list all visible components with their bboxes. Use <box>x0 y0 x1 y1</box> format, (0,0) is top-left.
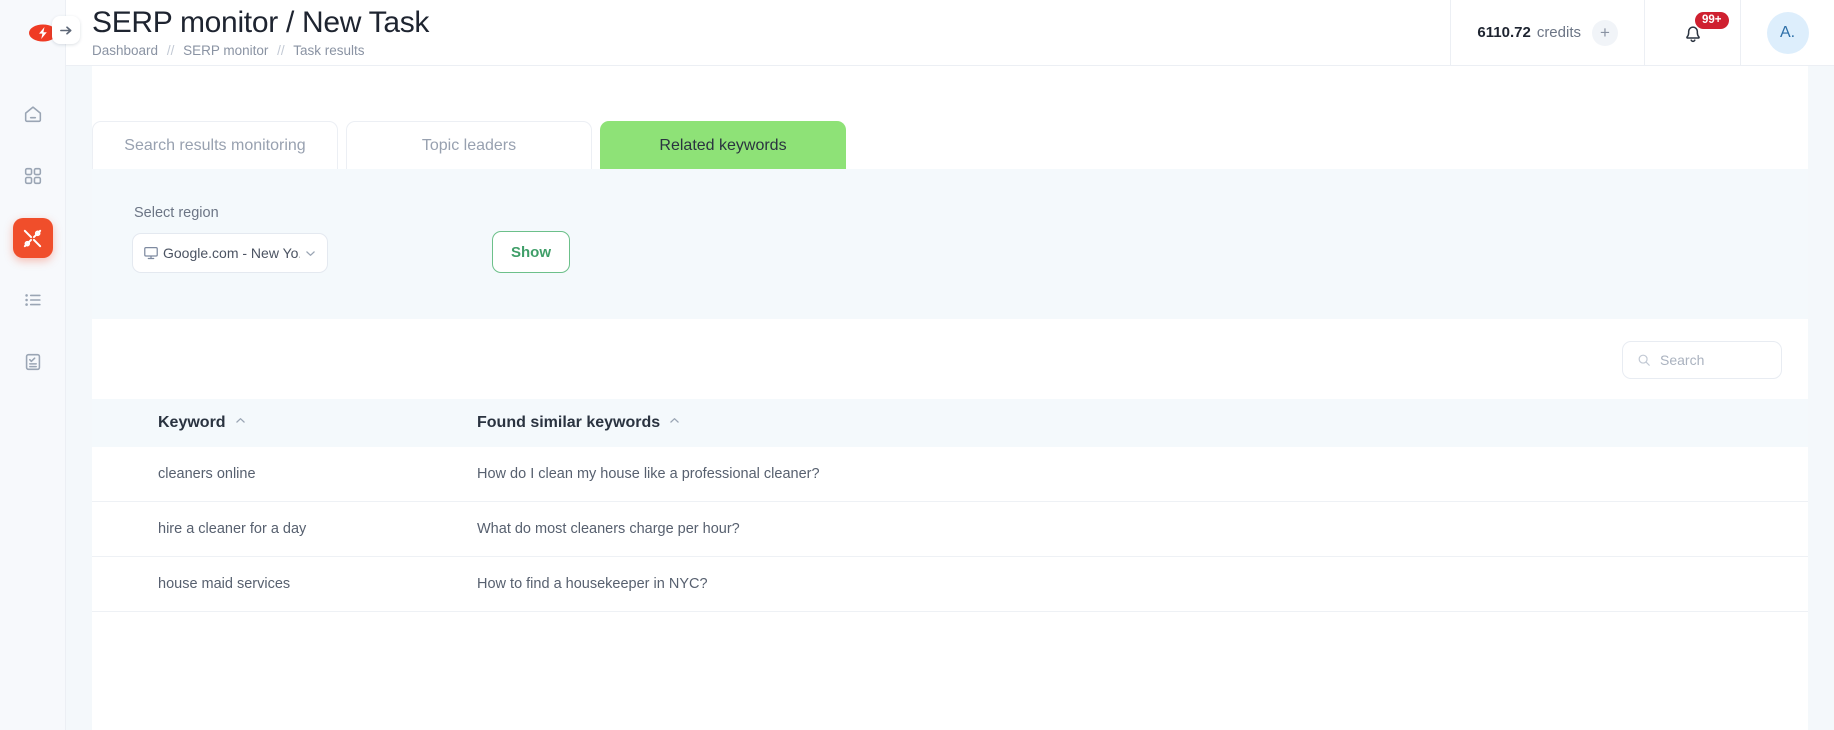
region-field-group: Select region Google.com - New Yo... <box>132 205 328 273</box>
tab-search-results-monitoring[interactable]: Search results monitoring <box>92 121 338 169</box>
sidebar-item-list[interactable] <box>13 280 53 320</box>
tab-label: Search results monitoring <box>124 136 306 154</box>
sidebar-item-reports[interactable] <box>13 342 53 382</box>
top-bar: SERP monitor / New Task Dashboard // SER… <box>66 0 1834 66</box>
table-row[interactable]: cleaners online How do I clean my house … <box>92 447 1808 502</box>
add-credits-button[interactable]: + <box>1592 19 1618 46</box>
search-placeholder: Search <box>1660 352 1705 368</box>
region-label: Select region <box>134 205 219 221</box>
page-title: SERP monitor / New Task <box>92 6 430 40</box>
cell-keyword: cleaners online <box>158 466 256 482</box>
home-icon <box>24 106 41 123</box>
grid-apps-icon <box>24 167 41 185</box>
content-panel: Search results monitoring Topic leaders … <box>92 66 1808 730</box>
breadcrumb: Dashboard // SERP monitor // Task result… <box>92 43 1450 58</box>
show-button[interactable]: Show <box>492 231 570 273</box>
cell-keyword: hire a cleaner for a day <box>158 521 307 537</box>
search-row: Search <box>92 319 1808 399</box>
breadcrumb-item-dashboard[interactable]: Dashboard <box>92 43 158 58</box>
sidebar-item-tools[interactable] <box>12 218 53 258</box>
monitor-icon <box>144 247 158 260</box>
region-select-value: Google.com - New Yo... <box>163 245 300 261</box>
table-header-row: Keyword Found similar keywords <box>92 399 1808 447</box>
column-header-keyword[interactable]: Keyword <box>92 414 447 432</box>
cell-similar-keyword: How to find a housekeeper in NYC? <box>477 576 708 592</box>
table-row[interactable]: house maid services How to find a housek… <box>92 557 1808 612</box>
show-button-label: Show <box>511 243 551 261</box>
column-header-found-similar-keywords[interactable]: Found similar keywords <box>447 414 1808 432</box>
column-header-label: Keyword <box>158 414 226 431</box>
tab-label: Related keywords <box>659 136 787 154</box>
report-checklist-icon <box>25 353 40 371</box>
sidebar <box>0 0 80 730</box>
cell-similar-keyword: What do most cleaners charge per hour? <box>477 521 740 537</box>
sidebar-item-apps[interactable] <box>13 156 53 196</box>
sidebar-items <box>12 94 53 382</box>
breadcrumb-item-serp-monitor[interactable]: SERP monitor <box>183 43 268 58</box>
region-select[interactable]: Google.com - New Yo... <box>132 233 328 273</box>
table-row[interactable]: hire a cleaner for a day What do most cl… <box>92 502 1808 557</box>
chevron-up-icon <box>234 414 247 432</box>
tools-icon <box>23 229 42 247</box>
chevron-down-icon <box>306 250 315 256</box>
arrow-right-icon <box>59 25 72 35</box>
main-area: SERP monitor / New Task Dashboard // SER… <box>66 0 1834 730</box>
title-block: SERP monitor / New Task Dashboard // SER… <box>66 0 1450 65</box>
avatar: A. <box>1766 11 1809 54</box>
breadcrumb-separator: // <box>166 42 175 58</box>
tab-related-keywords[interactable]: Related keywords <box>600 121 846 169</box>
page-canvas: Search results monitoring Topic leaders … <box>66 66 1834 730</box>
user-menu-button[interactable]: A. <box>1740 0 1834 65</box>
search-input[interactable]: Search <box>1622 341 1782 379</box>
results-table: Keyword Found similar keywords cleaners … <box>92 399 1808 612</box>
collapse-sidebar-button[interactable] <box>52 16 80 44</box>
breadcrumb-item-task-results[interactable]: Task results <box>293 43 364 58</box>
notifications-badge: 99+ <box>1695 12 1729 30</box>
list-icon <box>24 294 41 306</box>
tab-topic-leaders[interactable]: Topic leaders <box>346 121 592 169</box>
notifications-button[interactable]: 99+ <box>1644 0 1740 65</box>
credits-block: 6110.72 credits + <box>1450 0 1644 65</box>
tab-label: Topic leaders <box>421 136 517 154</box>
app-root: SERP monitor / New Task Dashboard // SER… <box>0 0 1834 730</box>
cell-similar-keyword: How do I clean my house like a professio… <box>477 466 820 482</box>
filter-bar: Select region Google.com - New Yo... Sho… <box>92 169 1808 319</box>
column-header-label: Found similar keywords <box>477 414 661 431</box>
tab-bar: Search results monitoring Topic leaders … <box>92 66 1808 169</box>
credits-value: 6110.72 <box>1477 24 1531 41</box>
chevron-up-icon <box>668 414 681 432</box>
breadcrumb-separator: // <box>277 42 285 58</box>
sidebar-item-home[interactable] <box>13 94 53 134</box>
cell-keyword: house maid services <box>158 576 291 592</box>
credits-label: credits <box>1536 24 1581 41</box>
search-icon <box>1638 354 1650 366</box>
